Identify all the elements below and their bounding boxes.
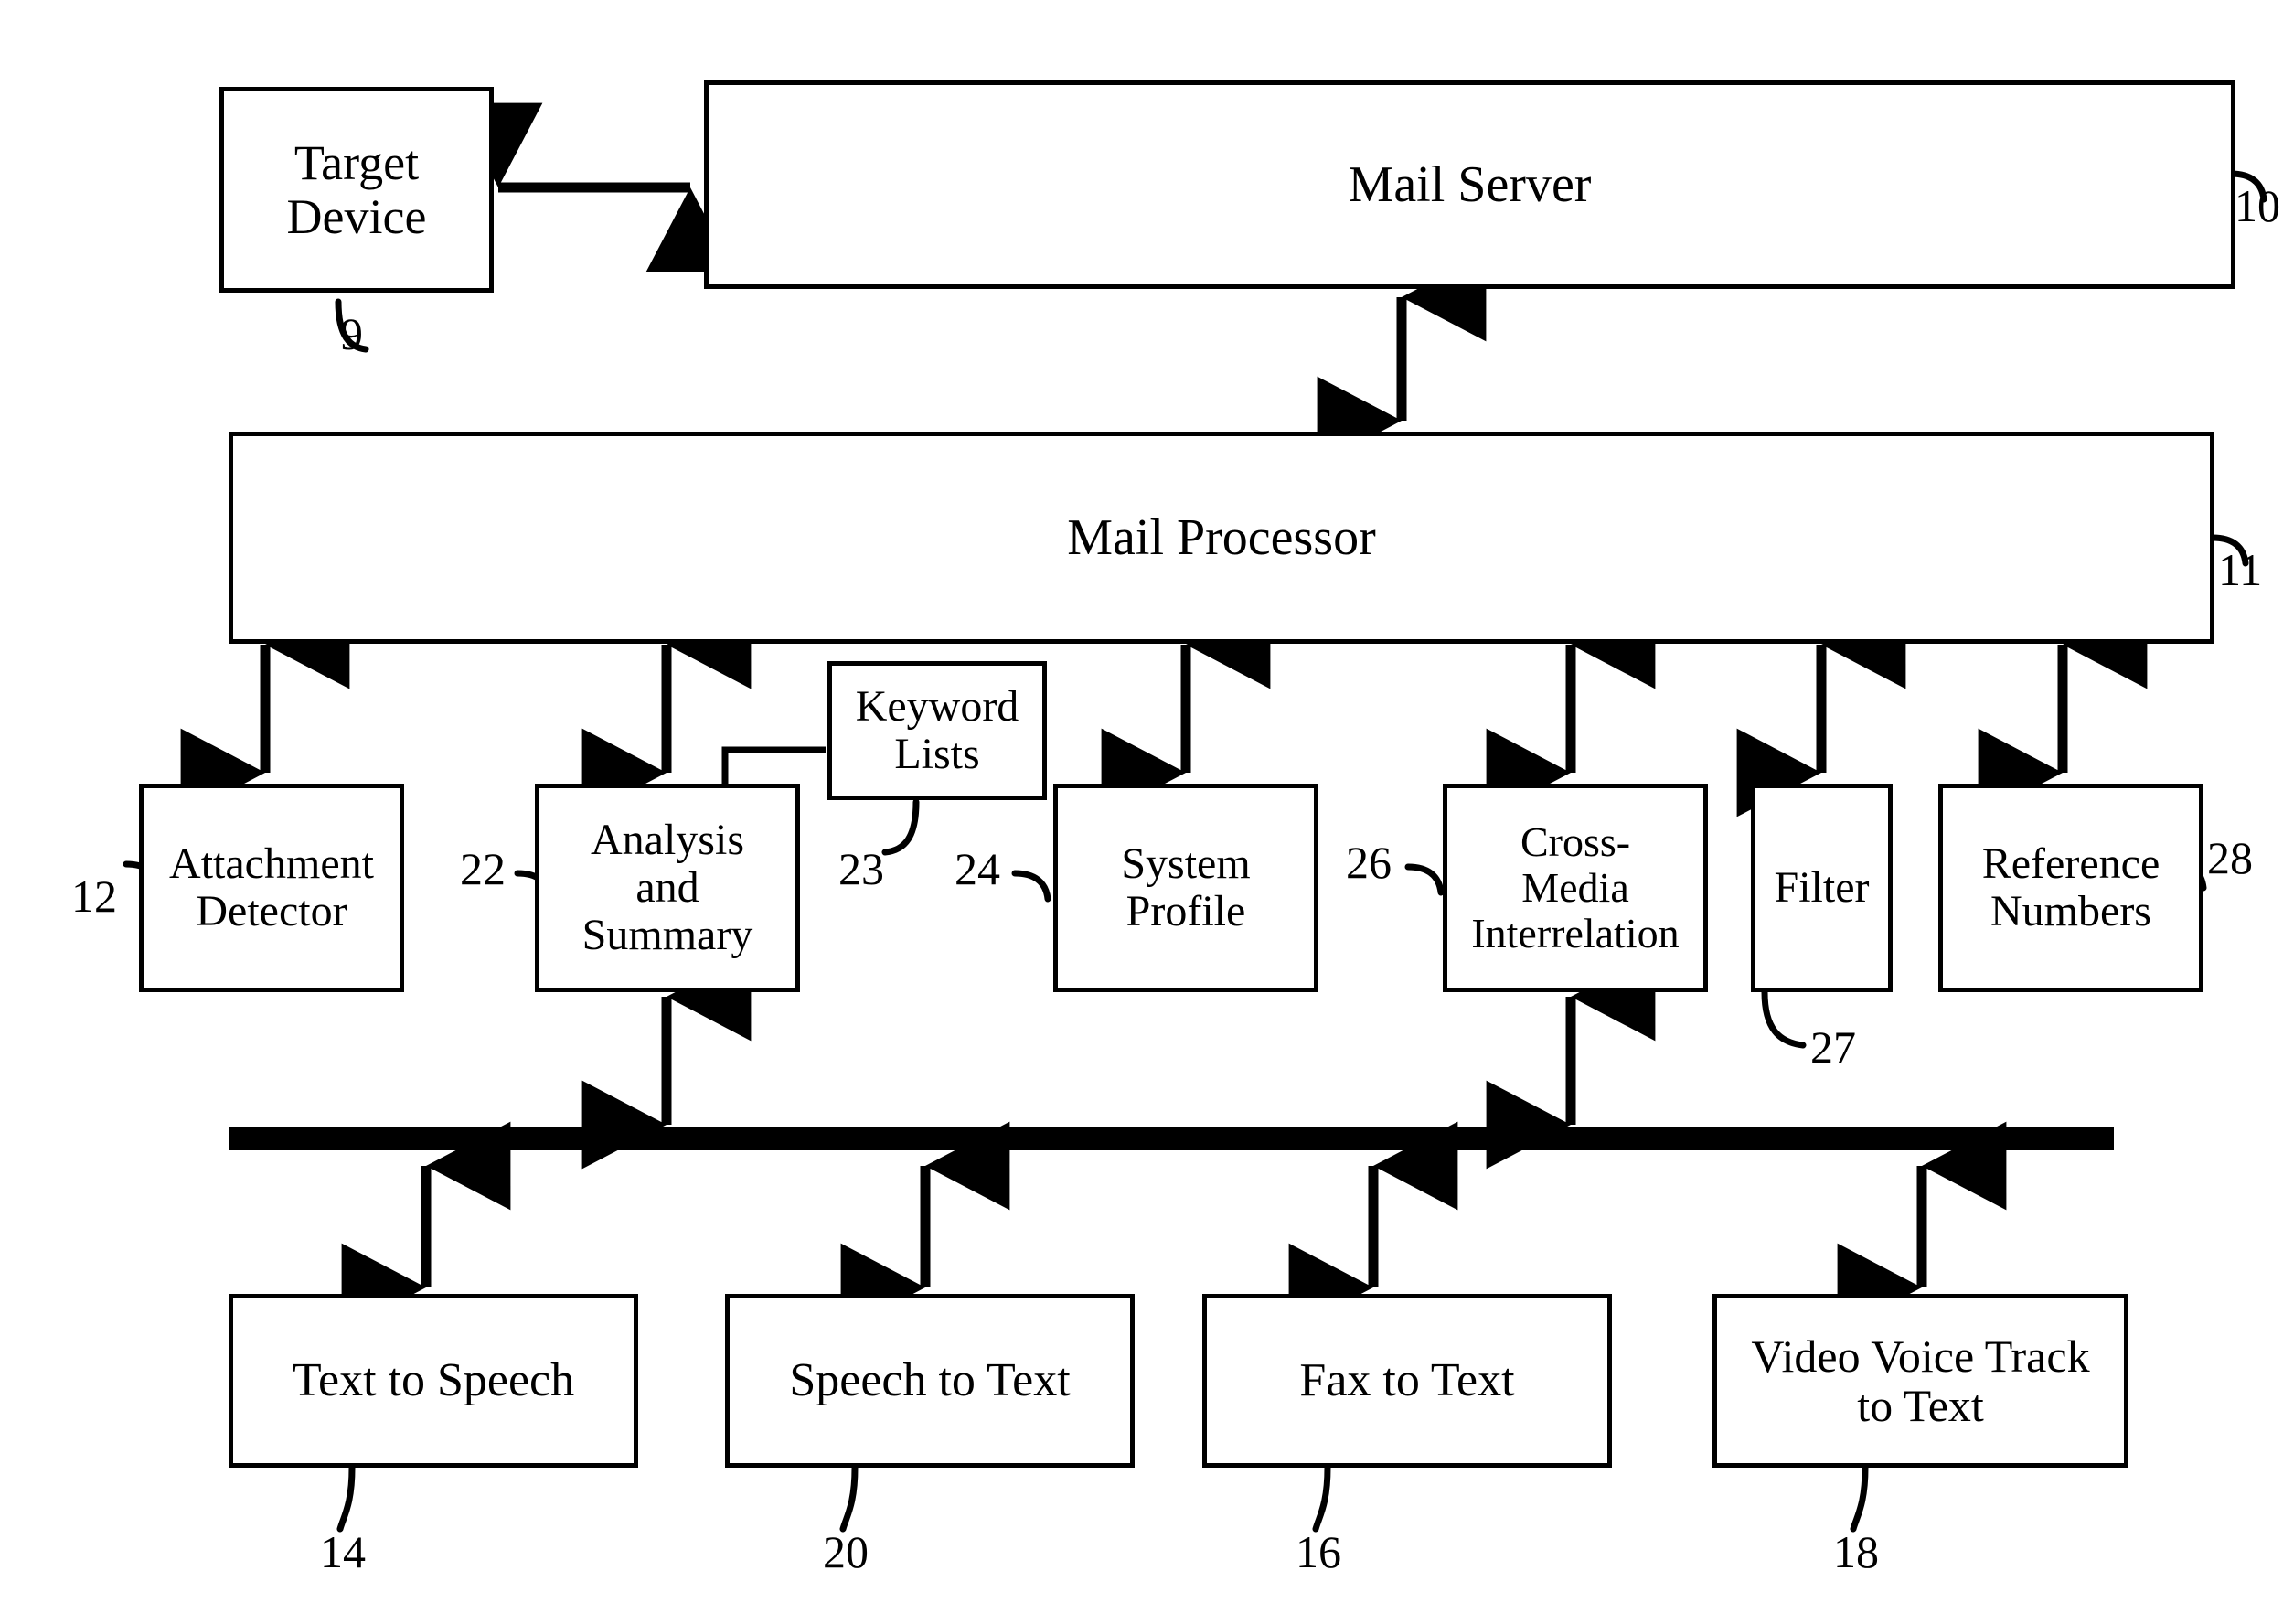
leader-24 (1011, 870, 1051, 903)
system-bus-bar (229, 1127, 2114, 1150)
block-mail-server[interactable]: Mail Server (704, 80, 2235, 289)
block-reference-numbers-label: Reference Numbers (1981, 839, 2160, 935)
block-attachment-detector-label: Attachment Detector (169, 839, 374, 935)
refnum-27: 27 (1810, 1021, 1856, 1073)
refnum-9: 9 (340, 308, 363, 359)
refnum-26: 26 (1346, 837, 1392, 888)
leader-23 (881, 798, 920, 856)
block-attachment-detector[interactable]: Attachment Detector (139, 784, 404, 992)
block-cross-media-interrelation-label: Cross- Media Interrelation (1471, 818, 1680, 956)
block-target-device[interactable]: Target Device (219, 87, 494, 293)
block-text-to-speech-label: Text to Speech (292, 1353, 575, 1406)
block-fax-to-text[interactable]: Fax to Text (1202, 1294, 1612, 1468)
refnum-16: 16 (1296, 1526, 1341, 1577)
block-cross-media-interrelation[interactable]: Cross- Media Interrelation (1443, 784, 1708, 992)
block-text-to-speech[interactable]: Text to Speech (229, 1294, 638, 1468)
block-keyword-lists-label: Keyword Lists (855, 682, 1019, 778)
block-speech-to-text-label: Speech to Text (789, 1353, 1071, 1406)
leader-18 (1850, 1464, 1869, 1533)
leader-26 (1404, 863, 1445, 896)
figure-canvas: Target Device Mail Server Mail Processor… (0, 0, 2283, 1624)
block-analysis-and-summary-label: Analysis and Summary (581, 816, 753, 959)
refnum-22: 22 (460, 843, 506, 894)
refnum-11: 11 (2218, 544, 2263, 595)
block-filter[interactable]: Filter (1751, 784, 1893, 992)
block-system-profile-label: System Profile (1121, 839, 1251, 935)
block-keyword-lists[interactable]: Keyword Lists (827, 661, 1047, 800)
leader-20 (839, 1464, 859, 1533)
refnum-20: 20 (823, 1526, 869, 1577)
refnum-12: 12 (71, 871, 117, 922)
refnum-24: 24 (955, 843, 1000, 894)
block-target-device-label: Target Device (286, 135, 427, 244)
block-mail-server-label: Mail Server (1348, 155, 1592, 213)
leader-14 (336, 1464, 356, 1533)
block-speech-to-text[interactable]: Speech to Text (725, 1294, 1135, 1468)
block-mail-processor[interactable]: Mail Processor (229, 432, 2214, 644)
refnum-23: 23 (838, 843, 884, 894)
refnum-18: 18 (1833, 1526, 1879, 1577)
block-reference-numbers[interactable]: Reference Numbers (1938, 784, 2203, 992)
leader-16 (1312, 1464, 1331, 1533)
refnum-10: 10 (2235, 180, 2280, 231)
refnum-14: 14 (320, 1526, 366, 1577)
block-video-voice-track-to-text[interactable]: Video Voice Track to Text (1712, 1294, 2128, 1468)
block-analysis-and-summary[interactable]: Analysis and Summary (535, 784, 800, 992)
refnum-28: 28 (2207, 832, 2253, 883)
block-mail-processor-label: Mail Processor (1067, 508, 1376, 566)
block-system-profile[interactable]: System Profile (1053, 784, 1318, 992)
block-fax-to-text-label: Fax to Text (1299, 1353, 1515, 1406)
block-filter-label: Filter (1774, 863, 1870, 913)
leader-27 (1761, 988, 1807, 1049)
block-video-voice-track-to-text-label: Video Voice Track to Text (1751, 1330, 2090, 1431)
